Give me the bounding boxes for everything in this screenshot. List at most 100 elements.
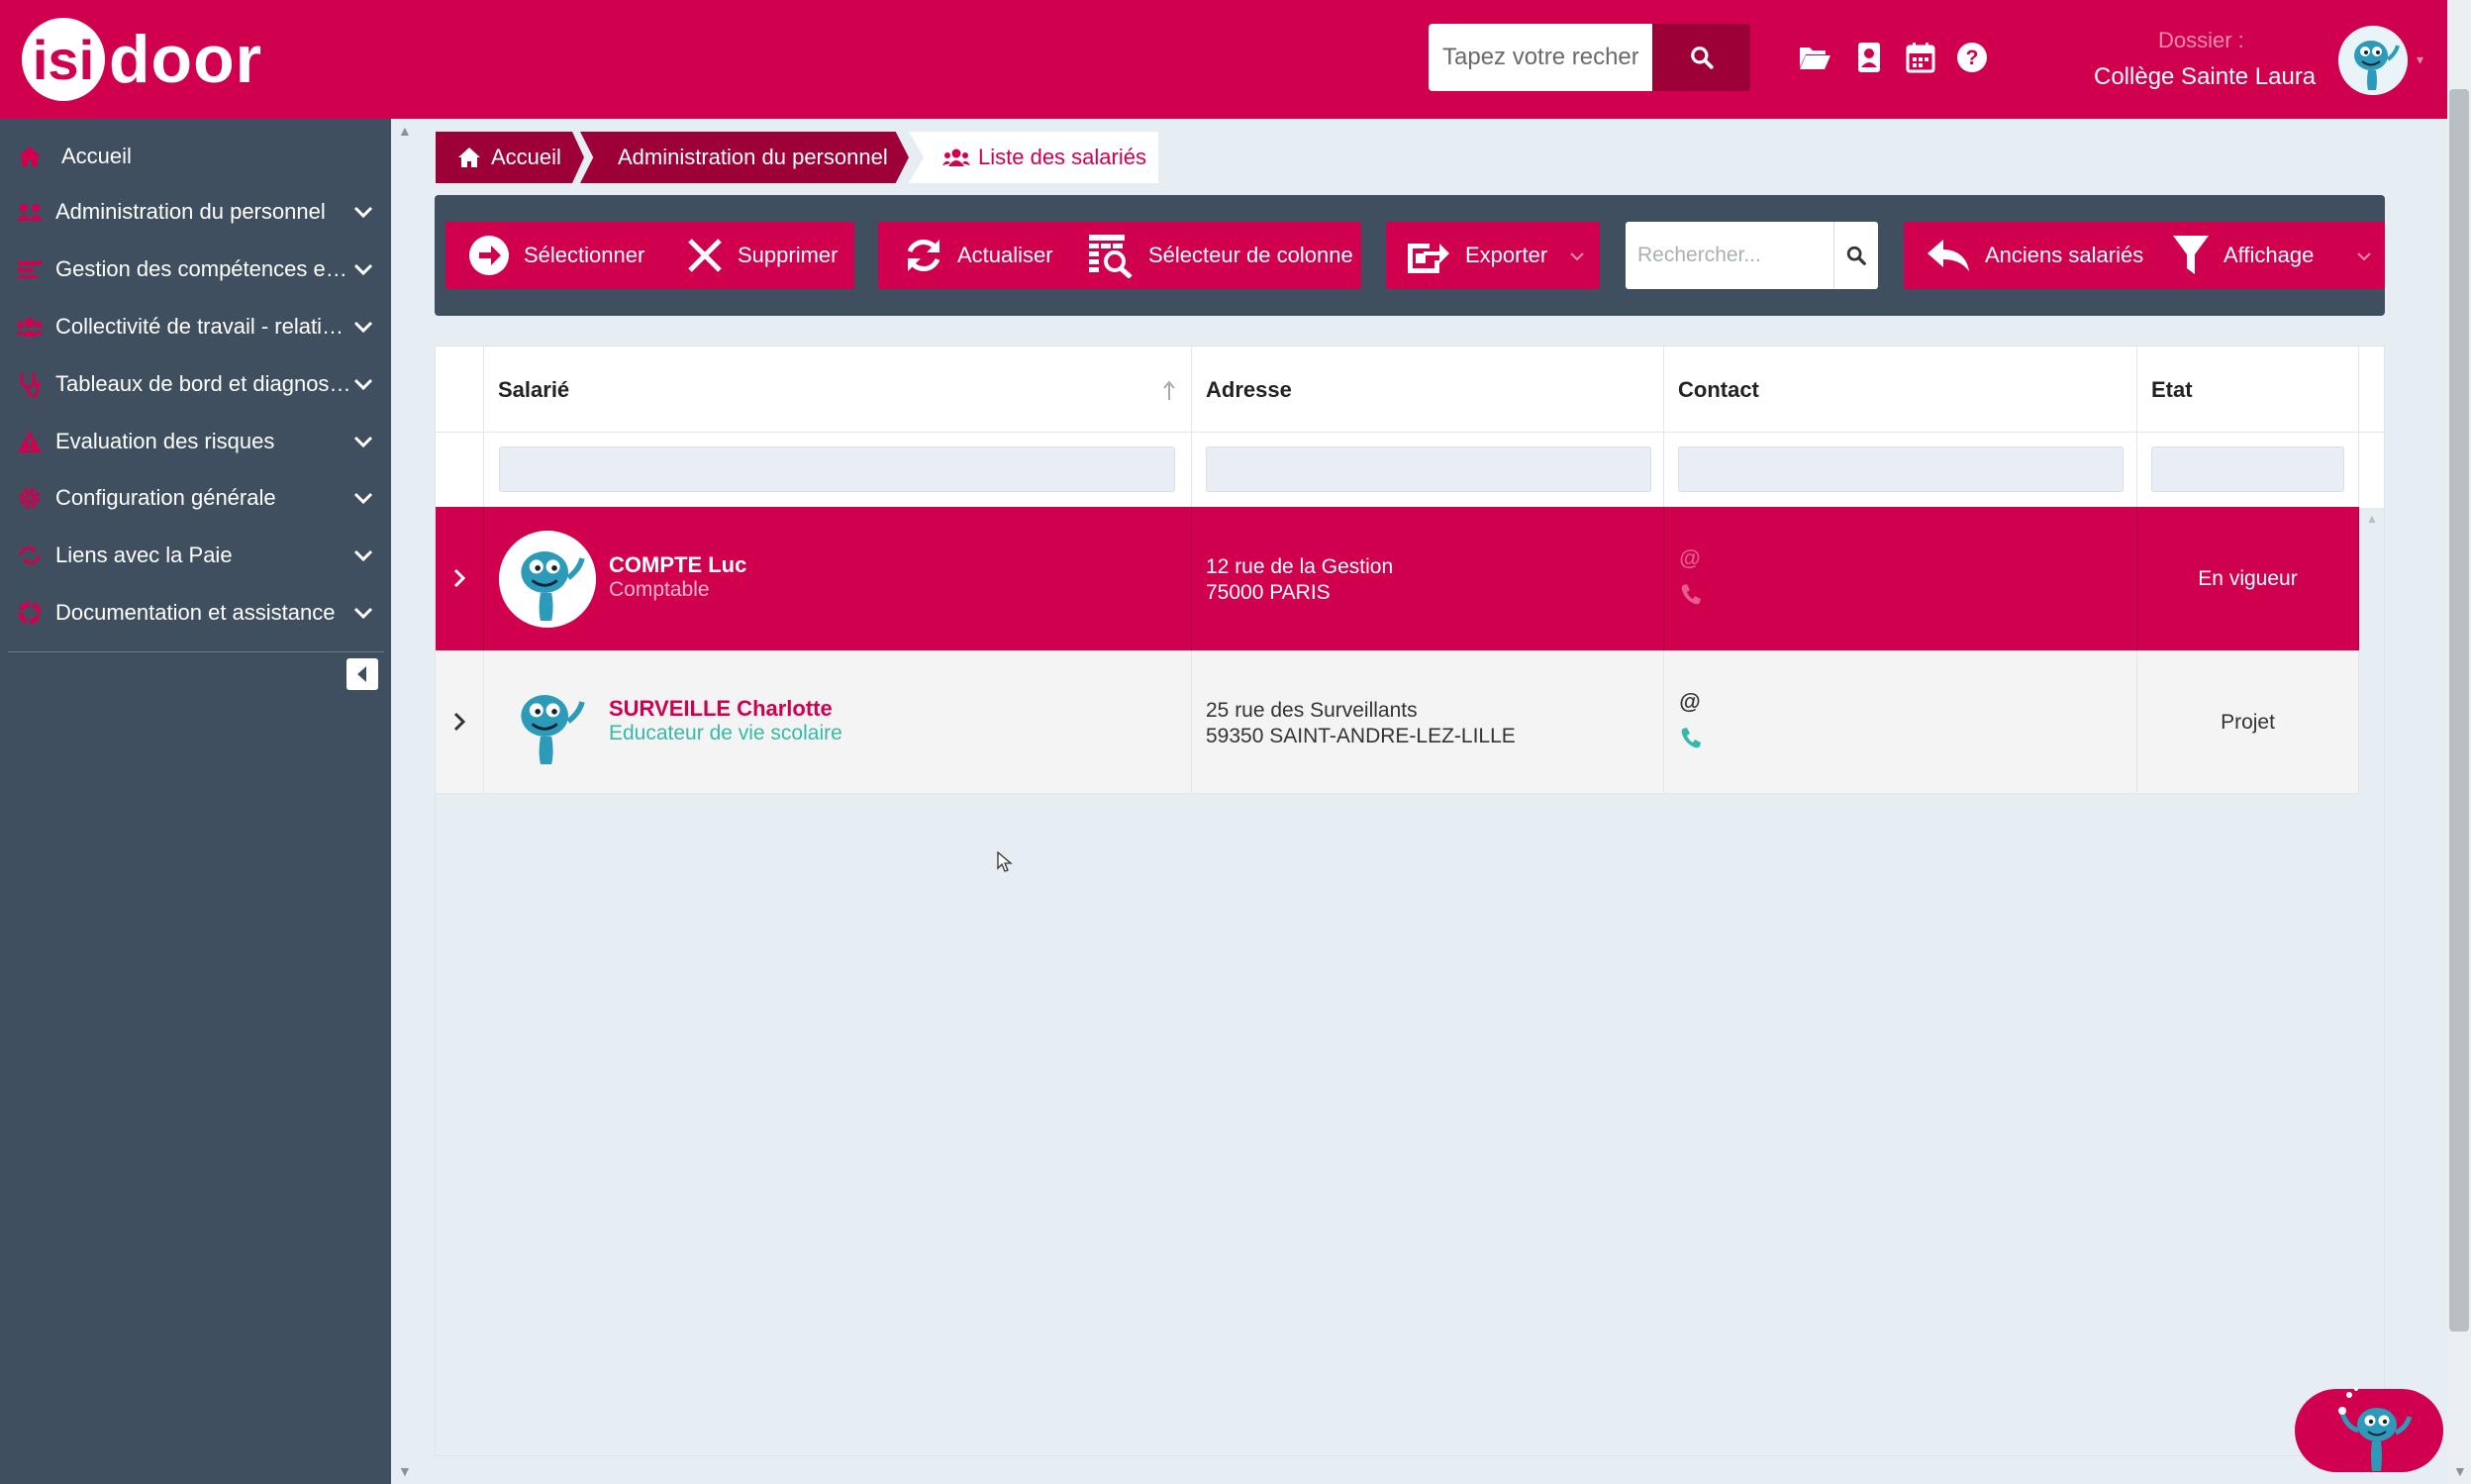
- chevron-right-icon[interactable]: [449, 710, 469, 734]
- folder-open-icon[interactable]: [1797, 40, 1832, 75]
- sidebar-item-collectivite[interactable]: Collectivité de travail - relations soci…: [0, 299, 391, 354]
- breadcrumb-current: Liste des salariés: [909, 132, 1158, 183]
- column-header-salarie[interactable]: Salarié: [484, 346, 1192, 433]
- column-selector-button[interactable]: Sélecteur de colonne: [1087, 222, 1353, 289]
- former-employees-button[interactable]: Anciens salariés: [1926, 222, 2143, 289]
- chat-assistant-button[interactable]: [2295, 1387, 2443, 1472]
- filter-cell-adresse: [1192, 433, 1664, 508]
- svg-text:@: @: [1679, 690, 1700, 714]
- expand-column-header: [436, 346, 484, 433]
- group-icon: [16, 313, 44, 341]
- phone-icon[interactable]: [1678, 726, 1702, 749]
- filter-cell-contact: [1664, 433, 2137, 508]
- email-icon[interactable]: @: [1678, 690, 1702, 714]
- dossier-name[interactable]: Collège Sainte Laura: [2094, 63, 2316, 91]
- chevron-down-icon: [353, 492, 373, 505]
- chevron-down-icon: [353, 321, 373, 334]
- employee-name[interactable]: COMPTE Luc: [609, 552, 746, 578]
- sidebar-item-accueil[interactable]: Accueil: [0, 129, 391, 184]
- display-dropdown-caret-icon[interactable]: [2354, 246, 2374, 265]
- toolbar-group-selection: Sélectionner Supprimer: [445, 222, 854, 289]
- column-header-label: Adresse: [1206, 376, 1292, 402]
- mascot-icon: [2338, 1387, 2413, 1471]
- export-dropdown-caret-icon[interactable]: [1567, 246, 1587, 265]
- page-scrollbar-thumb[interactable]: [2449, 89, 2469, 1332]
- help-icon[interactable]: ?: [1954, 40, 1990, 75]
- sidebar-item-configuration[interactable]: Configuration générale: [0, 470, 391, 526]
- state-cell: En vigueur: [2137, 507, 2359, 650]
- breadcrumb-admin-label: Administration du personnel: [618, 145, 888, 169]
- contact-cell: @: [1664, 507, 2137, 650]
- column-header-adresse[interactable]: Adresse: [1192, 346, 1664, 433]
- select-button[interactable]: Sélectionner: [468, 222, 644, 289]
- email-icon[interactable]: @: [1678, 546, 1702, 570]
- sidebar: Accueil Administration du personnel Gest…: [0, 119, 391, 1484]
- user-menu-caret-icon[interactable]: ▾: [2417, 51, 2423, 68]
- grid-search-button[interactable]: [1833, 222, 1878, 289]
- employee-name[interactable]: SURVEILLE Charlotte: [609, 696, 833, 722]
- breadcrumb-administration[interactable]: Administration du personnel: [580, 132, 909, 183]
- expand-cell: [436, 650, 484, 794]
- chevron-down-icon: [353, 607, 373, 620]
- toolbar-group-export: Exporter: [1386, 222, 1600, 289]
- employee-role: Educateur de vie scolaire: [609, 722, 842, 744]
- column-header-etat[interactable]: Etat: [2137, 346, 2359, 433]
- users-icon: [942, 148, 970, 166]
- home-icon: [16, 143, 44, 170]
- filter-input-contact[interactable]: [1678, 446, 2124, 492]
- address-book-icon[interactable]: [1851, 40, 1887, 75]
- filter-input-salarie[interactable]: [499, 446, 1175, 492]
- sidebar-item-risques[interactable]: Evaluation des risques: [0, 414, 391, 469]
- state-text: En vigueur: [2198, 566, 2298, 590]
- filter-input-etat[interactable]: [2151, 446, 2344, 492]
- filter-icon: [2173, 236, 2209, 274]
- breadcrumb-home-label: Accueil: [491, 145, 561, 169]
- export-button[interactable]: Exporter: [1406, 222, 1547, 289]
- page-scroll-down-arrow-icon[interactable]: ▼: [2453, 1463, 2467, 1479]
- sidebar-item-label: Configuration générale: [55, 485, 276, 510]
- address-line2: 75000 PARIS: [1206, 581, 1331, 604]
- collapse-sidebar-button[interactable]: [346, 658, 378, 690]
- table-row[interactable]: SURVEILLE Charlotte Educateur de vie sco…: [436, 650, 2359, 794]
- dossier-label: Dossier :: [2158, 28, 2244, 52]
- chevron-down-icon: [353, 378, 373, 391]
- breadcrumb-home[interactable]: Accueil: [436, 132, 584, 183]
- export-icon: [1408, 244, 1449, 273]
- chevron-right-icon[interactable]: [449, 566, 469, 590]
- sort-ascending-icon[interactable]: [1163, 380, 1175, 402]
- sidebar-item-label: Gestion des compétences et des formation…: [55, 256, 352, 281]
- sidebar-item-label: Collectivité de travail - relations soci…: [55, 314, 352, 339]
- global-search-button[interactable]: [1652, 24, 1750, 91]
- sidebar-item-administration[interactable]: Administration du personnel: [0, 184, 391, 240]
- filter-cell-empty: [436, 433, 484, 508]
- sidebar-item-paie[interactable]: Liens avec la Paie: [0, 528, 391, 583]
- top-bar: isi door: [0, 0, 2471, 119]
- column-header-contact[interactable]: Contact: [1664, 346, 2137, 433]
- svg-text:@: @: [1679, 546, 1700, 570]
- grid-scroll-up-arrow-icon[interactable]: ▲: [2366, 512, 2378, 526]
- address-line2: 59350 SAINT-ANDRE-LEZ-LILLE: [1206, 725, 1516, 747]
- table-row[interactable]: COMPTE Luc Comptable 12 rue de la Gestio…: [436, 507, 2359, 650]
- isidoor-logo[interactable]: isi door: [22, 18, 262, 101]
- grid-search-input[interactable]: [1626, 222, 1833, 289]
- global-search-input[interactable]: [1429, 24, 1652, 91]
- phone-icon[interactable]: [1678, 582, 1702, 606]
- column-selector-label: Sélecteur de colonne: [1148, 243, 1353, 267]
- address-text: 25 rue des Surveillants 59350 SAINT-ANDR…: [1206, 698, 1516, 749]
- sidebar-divider: [8, 651, 384, 652]
- address-cell: 12 rue de la Gestion 75000 PARIS: [1192, 507, 1664, 650]
- column-header-label: Salarié: [498, 376, 570, 402]
- grid-header: Salarié Adresse Contact Etat: [436, 346, 2384, 433]
- scroll-down-arrow-icon[interactable]: ▼: [398, 1463, 412, 1479]
- delete-button[interactable]: Supprimer: [686, 222, 838, 289]
- scroll-up-arrow-icon[interactable]: ▲: [398, 123, 412, 139]
- filter-cell-salarie: [484, 433, 1192, 508]
- sidebar-item-tableaux[interactable]: Tableaux de bord et diagnostics: [0, 356, 391, 412]
- filter-input-adresse[interactable]: [1206, 446, 1651, 492]
- refresh-button[interactable]: Actualiser: [904, 222, 1053, 289]
- sidebar-item-documentation[interactable]: Documentation et assistance: [0, 585, 391, 641]
- sidebar-item-competences[interactable]: Gestion des compétences et des formation…: [0, 242, 391, 297]
- calendar-icon[interactable]: [1903, 40, 1938, 75]
- user-avatar[interactable]: [2338, 26, 2408, 95]
- display-button[interactable]: Affichage: [2172, 222, 2314, 289]
